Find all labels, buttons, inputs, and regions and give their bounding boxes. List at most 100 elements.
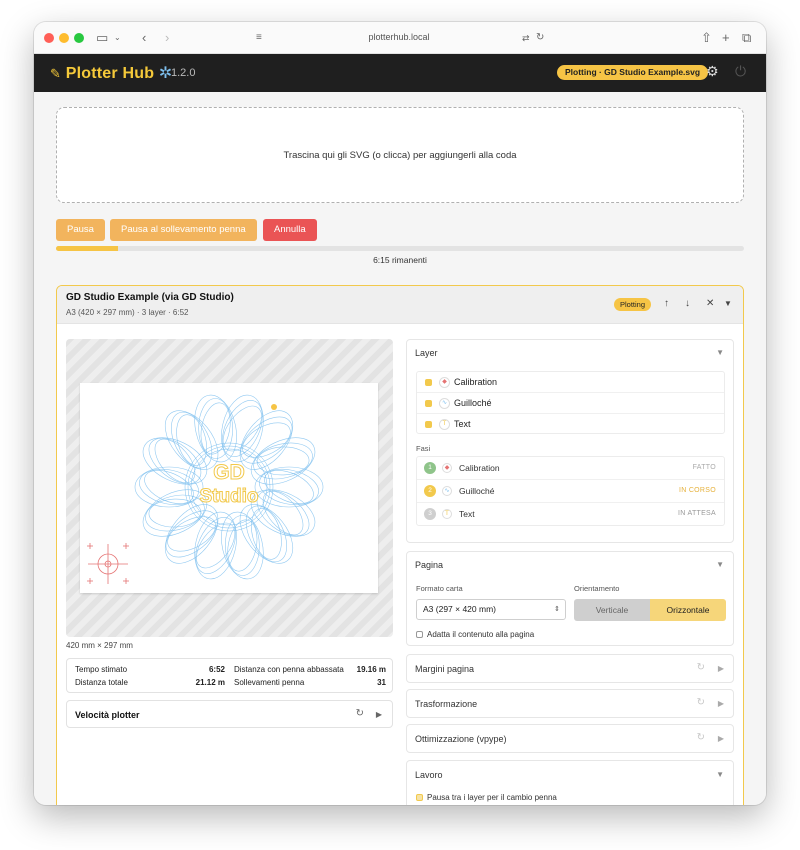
reset-icon[interactable]: ↻	[697, 662, 705, 673]
settings-gear-icon[interactable]: ⚙	[706, 63, 719, 80]
transform-section[interactable]: Trasformazione ↻ ▶	[406, 689, 734, 718]
paper-format-label: Formato carta	[416, 584, 463, 593]
close-window-button[interactable]	[44, 33, 54, 43]
collapse-icon[interactable]: ▼	[716, 770, 724, 779]
guilloche-loop	[167, 516, 216, 552]
collapse-icon[interactable]: ▼	[724, 299, 732, 308]
guilloche-loop	[165, 510, 218, 558]
url-field[interactable]: plotterhub.local	[324, 32, 474, 42]
layers-panel: Layer ▼ ◆ Calibration ∿ Guilloché T Text…	[406, 339, 734, 543]
phase-number: 3	[424, 508, 436, 520]
brand-name: Plotter Hub	[65, 65, 155, 82]
reload-icon[interactable]: ↻	[536, 30, 544, 46]
expand-icon[interactable]: ▶	[718, 699, 724, 708]
job-title: GD Studio Example (via GD Studio)	[66, 292, 234, 303]
calibration-layer-icon: ◆	[439, 377, 450, 388]
layer-name: Calibration	[454, 377, 498, 387]
transform-title: Trasformazione	[415, 699, 478, 709]
remove-icon[interactable]: ✕	[706, 298, 714, 309]
expand-icon[interactable]: ▶	[718, 664, 724, 673]
margins-section[interactable]: Margini pagina ↻ ▶	[406, 654, 734, 683]
dropzone-text: Trascina qui gli SVG (o clicca) per aggi…	[283, 150, 517, 161]
reset-icon[interactable]: ↻	[697, 732, 705, 743]
optimize-section[interactable]: Ottimizzazione (vpype) ↻ ▶	[406, 724, 734, 753]
back-icon[interactable]: ‹	[142, 30, 146, 46]
zoom-window-button[interactable]	[74, 33, 84, 43]
reset-icon[interactable]: ↻	[356, 708, 364, 719]
main-content: Trascina qui gli SVG (o clicca) per aggi…	[34, 92, 766, 805]
pause-button[interactable]: Pausa	[56, 219, 105, 241]
remaining-time: 6:15 rimanenti	[373, 255, 427, 265]
collapse-icon[interactable]: ▼	[716, 348, 724, 357]
browser-window: ▭ ⌄ ‹ › ≡ plotterhub.local ⇄ ↻ ⇧ + ⧉ ✎ P…	[34, 22, 766, 805]
pause-between-layers-option[interactable]: Pausa tra i layer per il cambio penna	[416, 793, 557, 802]
layer-checkbox[interactable]	[425, 421, 432, 428]
expand-icon[interactable]: ▶	[376, 710, 382, 719]
progress-bar	[56, 246, 744, 251]
phase-row: 2 ∿ Guilloché IN CORSO	[417, 480, 724, 503]
collapse-icon[interactable]: ▼	[716, 560, 724, 569]
page-icon[interactable]: ≡	[256, 30, 262, 46]
pen-position-marker	[271, 404, 277, 410]
margins-title: Margini pagina	[415, 664, 475, 674]
phase-row: 1 ◆ Calibration FATTO	[417, 457, 724, 480]
share-icon[interactable]: ⇧	[701, 30, 712, 46]
layer-checkbox[interactable]	[425, 400, 432, 407]
paper-format-value: A3 (297 × 420 mm)	[423, 604, 496, 614]
preview-drawing: GD Studio	[87, 394, 324, 584]
job-status-badge: Plotting	[614, 298, 652, 311]
checkbox-box[interactable]	[416, 794, 423, 801]
job-card: GD Studio Example (via GD Studio) A3 (42…	[56, 285, 744, 805]
layer-row[interactable]: ∿ Guilloché	[417, 393, 724, 414]
plotter-speed-section[interactable]: Velocità plotter ↻ ▶	[66, 700, 393, 728]
pen-lifts-value: 31	[377, 678, 386, 687]
total-distance-label: Distanza totale	[75, 678, 128, 687]
plotter-speed-label: Velocità plotter	[75, 710, 140, 720]
phase-name: Guilloché	[459, 486, 495, 496]
landscape-toggle[interactable]: Orizzontale	[650, 599, 726, 621]
app-version: 1.2.0	[171, 67, 196, 79]
layer-list: ◆ Calibration ∿ Guilloché T Text	[416, 371, 725, 434]
pause-pen-lift-button[interactable]: Pausa al sollevamento penna	[110, 219, 257, 241]
move-down-icon[interactable]: ↓	[685, 298, 690, 309]
paper-format-select[interactable]: A3 (297 × 420 mm) ⇕	[416, 599, 566, 620]
pen-down-value: 19.16 m	[356, 665, 386, 674]
fit-content-checkbox[interactable]: Adatta il contenuto alla pagina	[416, 630, 534, 639]
portrait-toggle[interactable]: Verticale	[574, 599, 650, 621]
est-time-value: 6:52	[208, 665, 225, 674]
job-section: Lavoro ▼ Pausa tra i layer per il cambio…	[406, 760, 734, 805]
job-stats: Tempo stimato 6:52 Distanza con penna ab…	[66, 658, 393, 693]
new-tab-icon[interactable]: +	[722, 30, 730, 46]
layer-row[interactable]: T Text	[417, 414, 724, 435]
phase-list: 1 ◆ Calibration FATTO 2 ∿ Guilloché IN C…	[416, 456, 725, 526]
expand-icon[interactable]: ▶	[718, 734, 724, 743]
phase-number: 1	[424, 462, 436, 474]
translate-icon[interactable]: ⇄	[522, 30, 530, 46]
guilloche-layer-icon: ∿	[442, 486, 452, 496]
layer-row[interactable]: ◆ Calibration	[417, 372, 724, 393]
guilloche-loop	[264, 470, 314, 504]
layer-checkbox[interactable]	[425, 379, 432, 386]
total-distance-value: 21.12 m	[195, 678, 225, 687]
page-panel: Pagina ▼ Formato carta A3 (297 × 420 mm)…	[406, 551, 734, 646]
text-layer-icon: T	[442, 509, 452, 519]
forward-icon[interactable]: ›	[165, 30, 169, 46]
layer-name: Text	[454, 419, 471, 429]
phase-number: 2	[424, 485, 436, 497]
checkbox-box[interactable]	[416, 631, 423, 638]
app-header: ✎ Plotter Hub ✲ 1.2.0 Plotting · GD Stud…	[34, 54, 766, 92]
job-card-header[interactable]: GD Studio Example (via GD Studio) A3 (42…	[57, 286, 743, 324]
cancel-button[interactable]: Annulla	[263, 219, 317, 241]
paper-sheet: GD Studio	[80, 383, 378, 593]
minimize-window-button[interactable]	[59, 33, 69, 43]
reset-icon[interactable]: ↻	[697, 697, 705, 708]
tabs-overview-icon[interactable]: ⧉	[742, 30, 751, 46]
power-icon[interactable]: ⏻	[735, 63, 746, 80]
move-up-icon[interactable]: ↑	[664, 298, 669, 309]
plotting-status-badge: Plotting · GD Studio Example.svg	[557, 65, 709, 80]
sidebar-icon[interactable]: ▭	[96, 30, 108, 46]
guilloche-loop	[145, 494, 205, 532]
chevron-down-icon[interactable]: ⌄	[114, 30, 121, 46]
text-layer-icon: T	[439, 419, 450, 430]
svg-dropzone[interactable]: Trascina qui gli SVG (o clicca) per aggi…	[56, 107, 744, 203]
